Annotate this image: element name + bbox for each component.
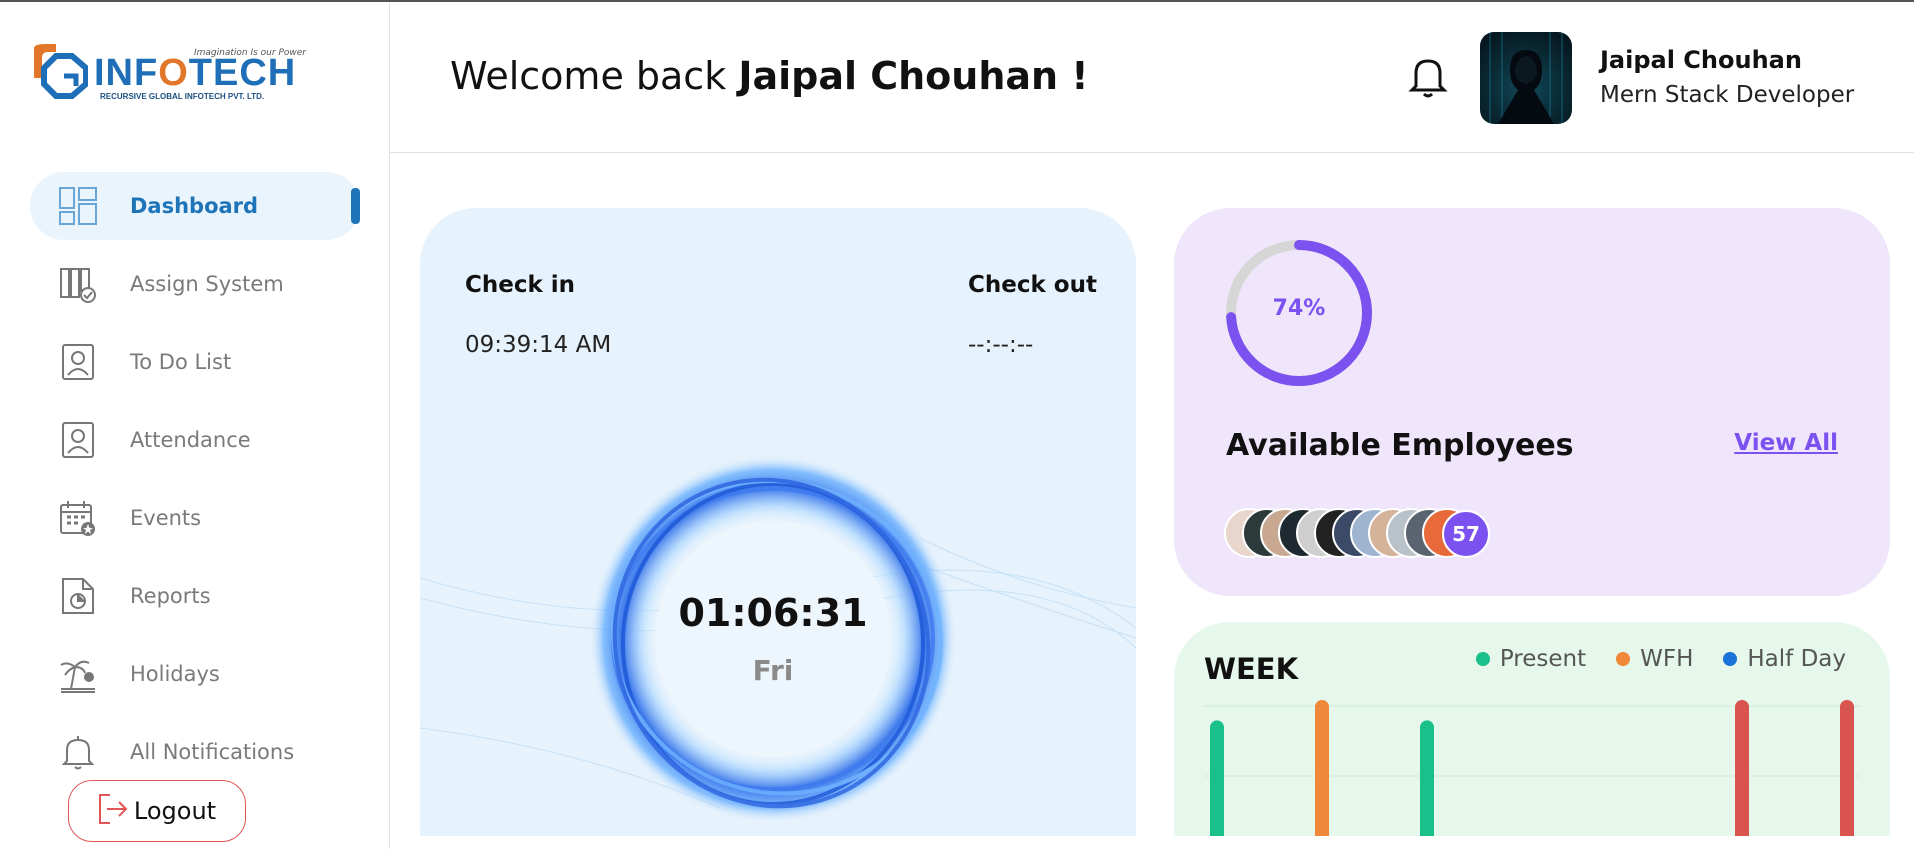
check-out-label: Check out — [968, 272, 1097, 298]
logo-brand-name: INFOTECH — [94, 52, 297, 94]
sidebar-item-label: To Do List — [130, 350, 232, 374]
check-in-label: Check in — [465, 272, 576, 298]
dashboard-icon — [58, 186, 98, 226]
user-avatar[interactable] — [1480, 32, 1572, 124]
week-title: WEEK — [1204, 652, 1299, 686]
available-employees-card: 74% Available Employees View All 57 — [1174, 208, 1890, 596]
sidebar-item-label: Events — [130, 506, 202, 530]
sidebar-item-label: Attendance — [130, 428, 251, 452]
sidebar-item-label: Reports — [130, 584, 211, 608]
attendance-icon — [58, 420, 98, 460]
legend-dot-present — [1475, 652, 1490, 666]
sidebar-item-assign-system[interactable]: Assign System — [30, 250, 360, 318]
sidebar-item-reports[interactable]: Reports — [30, 562, 360, 630]
sidebar-item-label: Assign System — [130, 272, 284, 296]
elapsed-timer: 01:06:31 — [678, 591, 868, 635]
user-role: Mern Stack Developer — [1600, 82, 1855, 108]
sidebar-item-label: All Notifications — [130, 740, 295, 764]
legend-dot-half-day — [1723, 652, 1738, 666]
sidebar-item-events[interactable]: Events — [30, 484, 360, 552]
report-icon — [58, 576, 98, 616]
legend-wfh: WFH — [1616, 646, 1693, 672]
logo-company-name: RECURSIVE GLOBAL INFOTECH PVT. LTD. — [100, 92, 265, 101]
legend-half-day: Half Day — [1723, 646, 1846, 672]
timer-ring — [589, 455, 957, 823]
sidebar-item-attendance[interactable]: Attendance — [30, 406, 360, 474]
week-bar-chart — [1204, 700, 1860, 836]
sidebar-item-label: Holidays — [130, 662, 220, 686]
sidebar-nav: Dashboard Assign System To Do List Atten… — [30, 172, 360, 796]
available-employees-title: Available Employees — [1226, 428, 1574, 463]
assign-system-icon — [58, 264, 98, 304]
week-legend: Present WFH Half Day — [1475, 646, 1846, 672]
more-employees-count: 57 — [1442, 510, 1490, 558]
logo-mark-icon — [34, 44, 88, 99]
sidebar-item-label: Dashboard — [130, 194, 259, 218]
check-in-time: 09:39:14 AM — [465, 332, 612, 358]
week-bar-day-6 — [1735, 700, 1749, 836]
legend-dot-wfh — [1616, 652, 1631, 666]
welcome-message: Welcome back Jaipal Chouhan ! — [450, 54, 1089, 98]
sidebar-item-todo-list[interactable]: To Do List — [30, 328, 360, 396]
check-out-time: --:--:-- — [968, 332, 1034, 358]
view-all-link[interactable]: View All — [1734, 430, 1838, 456]
check-in-card: Check in 09:39:14 AM Check out --:--:-- … — [420, 208, 1136, 836]
sidebar-item-holidays[interactable]: Holidays — [30, 640, 360, 708]
logout-button[interactable]: Logout — [68, 780, 246, 842]
employee-avatar-stack[interactable]: 57 — [1224, 508, 1524, 562]
week-bar-day-1 — [1210, 720, 1224, 836]
sidebar-item-dashboard[interactable]: Dashboard — [30, 172, 360, 240]
availability-progress-ring: 74% — [1224, 238, 1374, 388]
calendar-icon — [58, 498, 98, 538]
logout-label: Logout — [133, 797, 217, 825]
week-bar-day-7 — [1840, 700, 1854, 836]
notification-bell-icon[interactable] — [1408, 54, 1448, 98]
sidebar-item-all-notifications[interactable]: All Notifications — [30, 718, 360, 786]
logout-icon — [98, 793, 128, 829]
week-bar-day-3 — [1420, 720, 1434, 836]
current-day: Fri — [752, 654, 794, 687]
week-attendance-card: WEEK Present WFH Half Day — [1174, 622, 1890, 836]
user-name: Jaipal Chouhan — [1600, 46, 1802, 74]
availability-percent: 74% — [1272, 296, 1326, 321]
week-bar-day-2 — [1315, 700, 1329, 836]
sidebar: Imagination Is our Power INFOTECH RECURS… — [0, 2, 390, 849]
welcome-user-name: Jaipal Chouhan ! — [738, 54, 1089, 98]
legend-present: Present — [1475, 646, 1586, 672]
todo-icon — [58, 342, 98, 382]
holiday-icon — [58, 654, 98, 694]
bell-icon — [58, 732, 98, 772]
company-logo[interactable]: Imagination Is our Power INFOTECH RECURS… — [30, 38, 306, 102]
top-header: Welcome back Jaipal Chouhan ! Jaipal Cho… — [390, 2, 1914, 153]
